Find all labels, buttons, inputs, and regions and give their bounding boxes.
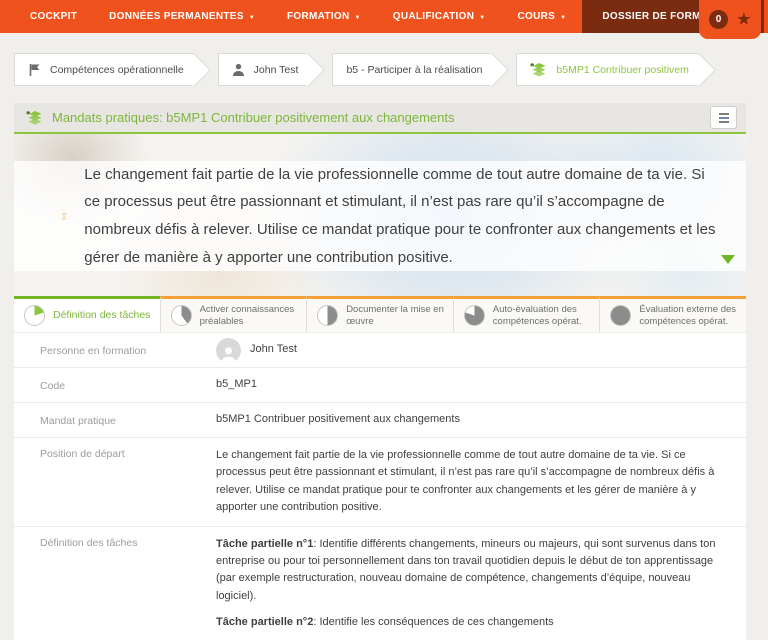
- table-row: Personne en formation John Test: [14, 332, 746, 367]
- practice-mandate-icon: [26, 110, 43, 125]
- menu-icon: [719, 113, 729, 115]
- notification-count-badge[interactable]: 0: [709, 10, 728, 29]
- breadcrumb-item-b5[interactable]: b5 - Participer à la réalisation: [332, 53, 492, 86]
- intro-banner: Le changement fait partie de la vie prof…: [14, 134, 746, 296]
- row-label: Mandat pratique: [40, 414, 192, 427]
- task-paragraph: Tâche partielle n°1: Identifie différent…: [216, 536, 732, 606]
- progress-pie-icon: [317, 305, 338, 326]
- breadcrumb-item-competences[interactable]: Compétences opérationnelle: [14, 53, 194, 86]
- progress-pie-icon: [171, 305, 192, 326]
- row-value: John Test: [216, 338, 732, 363]
- breadcrumb-label: John Test: [254, 64, 299, 76]
- table-row: Position de départ Le changement fait pa…: [14, 437, 746, 526]
- tab-label: Définition des tâches: [53, 309, 150, 322]
- tab-auto-evaluation[interactable]: Auto-évaluation des compétences opérat.: [453, 296, 600, 332]
- flag-icon: [28, 63, 41, 77]
- tab-label: Activer connaissances préalables: [200, 304, 301, 328]
- progress-pie-icon: [24, 305, 45, 326]
- breadcrumb-item-person[interactable]: John Test: [218, 53, 309, 86]
- panel-menu-button[interactable]: [710, 106, 737, 129]
- phase-tabs: Définition des tâches Activer connaissan…: [14, 296, 746, 332]
- breadcrumb-label: b5 - Participer à la réalisation: [346, 64, 482, 76]
- menu-icon: [719, 117, 729, 119]
- progress-pie-icon: [464, 305, 485, 326]
- nav-item-label: QUALIFICATION: [393, 11, 474, 22]
- row-value: b5_MP1: [216, 376, 732, 393]
- favorites-star-icon[interactable]: ★: [737, 12, 751, 27]
- avatar: [216, 338, 241, 363]
- row-label: Code: [40, 379, 192, 392]
- row-label: Position de départ: [40, 447, 192, 517]
- tab-activer-connaissances[interactable]: Activer connaissances préalables: [160, 296, 307, 332]
- panel-header: Mandats pratiques: b5MP1 Contribuer posi…: [14, 103, 746, 134]
- intro-text: Le changement fait partie de la vie prof…: [84, 161, 716, 272]
- nav-item-qualification[interactable]: QUALIFICATION ▼: [377, 0, 502, 33]
- person-name: John Test: [250, 341, 297, 358]
- breadcrumb-item-b5mp1[interactable]: b5MP1 Contribuer positivem: [516, 53, 698, 86]
- person-icon: [232, 63, 245, 77]
- nav-item-label: COURS: [517, 11, 555, 22]
- chevron-down-icon: ▼: [354, 15, 360, 21]
- nav-item-label: FORMATION: [287, 11, 350, 22]
- menu-icon: [719, 121, 729, 123]
- nav-item-formation[interactable]: FORMATION ▼: [271, 0, 377, 33]
- expand-arrow-icon[interactable]: [721, 255, 735, 264]
- hourglass-icon: [62, 206, 66, 227]
- breadcrumb-label: b5MP1 Contribuer positivem: [556, 64, 688, 76]
- row-label: Définition des tâches: [40, 536, 192, 632]
- nav-item-donnees-permanentes[interactable]: DONNÉES PERMANENTES ▼: [93, 0, 271, 33]
- practice-mandate-panel: Mandats pratiques: b5MP1 Contribuer posi…: [14, 103, 746, 640]
- table-row: Code b5_MP1: [14, 367, 746, 402]
- intro-overlay: Le changement fait partie de la vie prof…: [14, 161, 746, 271]
- nav-item-label: DONNÉES PERMANENTES: [109, 11, 244, 22]
- nav-item-label: COCKPIT: [30, 11, 77, 22]
- notifications-tab[interactable]: 0 ★: [699, 0, 761, 39]
- tab-label: Auto-évaluation des compétences opérat.: [493, 304, 594, 328]
- details-table: Personne en formation John Test Code b5_…: [14, 332, 746, 640]
- chevron-down-icon: ▼: [560, 15, 566, 21]
- tab-definition-des-taches[interactable]: Définition des tâches: [14, 296, 160, 332]
- chevron-down-icon: ▼: [479, 15, 485, 21]
- table-row: Définition des tâches Tâche partielle n°…: [14, 526, 746, 640]
- nav-item-cours[interactable]: COURS ▼: [501, 0, 582, 33]
- chevron-down-icon: ▼: [249, 15, 255, 21]
- row-value: Le changement fait partie de la vie prof…: [216, 447, 732, 517]
- tab-documenter-mise-en-oeuvre[interactable]: Documenter la mise en œuvre: [306, 296, 453, 332]
- tab-evaluation-externe[interactable]: Évaluation externe des compétences opéra…: [599, 296, 746, 332]
- breadcrumb-label: Compétences opérationnelle: [50, 64, 184, 76]
- breadcrumb: Compétences opérationnelle John Test b5 …: [14, 53, 768, 86]
- page-title: Mandats pratiques: b5MP1 Contribuer posi…: [52, 110, 455, 125]
- tab-label: Documenter la mise en œuvre: [346, 304, 447, 328]
- row-value: b5MP1 Contribuer positivement aux change…: [216, 411, 732, 428]
- progress-pie-icon: [610, 305, 631, 326]
- table-row: Mandat pratique b5MP1 Contribuer positiv…: [14, 402, 746, 437]
- nav-item-cockpit[interactable]: COCKPIT: [14, 0, 93, 33]
- top-nav: COCKPIT DONNÉES PERMANENTES ▼ FORMATION …: [0, 0, 768, 33]
- task-paragraph: Tâche partielle n°2: Identifie les consé…: [216, 614, 732, 631]
- row-value: Tâche partielle n°1: Identifie différent…: [216, 536, 732, 632]
- practice-mandate-icon: [530, 62, 547, 77]
- row-label: Personne en formation: [40, 344, 192, 357]
- tab-label: Évaluation externe des compétences opéra…: [639, 304, 740, 328]
